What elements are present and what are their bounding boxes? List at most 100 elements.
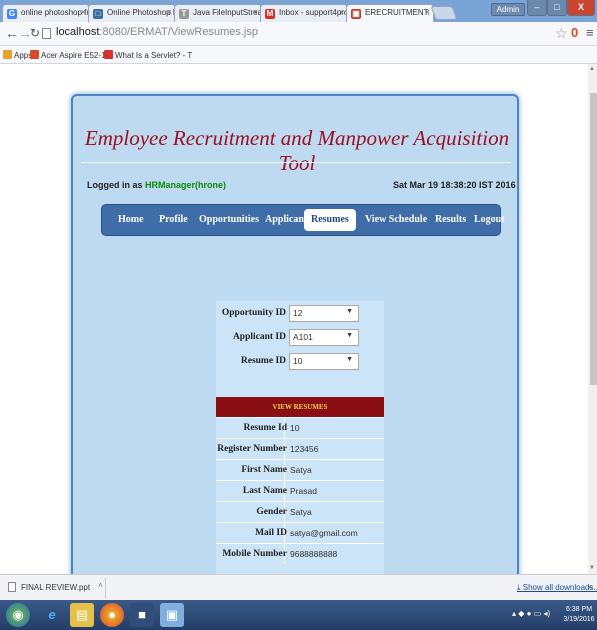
opportunity-id-value: 12 [293, 308, 303, 318]
minimize-button[interactable]: – [527, 0, 547, 16]
address-bar-row: ← → ↻ localhost:8080/ERMAT/ViewResumes.j… [0, 22, 597, 46]
table-row: First Name Satya [216, 459, 384, 480]
bookmark-acer[interactable]: Acer Aspire E52-111 [30, 50, 113, 60]
app-container: Employee Recruitment and Manpower Acquis… [71, 94, 519, 574]
tab-title: online photoshop free - [21, 8, 89, 17]
row-label: Mobile Number [222, 549, 287, 559]
table-row: Gender Satya [216, 501, 384, 522]
close-tab-icon[interactable]: × [425, 7, 430, 17]
dropdown-arrow-icon: ▼ [346, 332, 353, 339]
nav-view-schedule[interactable]: View Schedule [365, 214, 427, 225]
site-favicon-icon [104, 50, 113, 59]
scroll-up-arrow-icon[interactable]: ▲ [589, 66, 595, 72]
resume-id-row: Resume ID 10 ▼ [216, 352, 384, 372]
tab-title: Inbox - support4project [279, 8, 348, 17]
scrollbar-thumb[interactable] [590, 93, 597, 385]
resume-id-value: 10 [293, 356, 303, 366]
view-resumes-header: VIEW RESUMES [216, 397, 384, 417]
download-file-name: FINAL REVIEW.ppt [21, 583, 91, 592]
paint-icon[interactable]: ▣ [160, 603, 184, 627]
file-explorer-icon[interactable]: ▤ [70, 603, 94, 627]
close-downloads-icon[interactable]: × [587, 582, 592, 592]
downloads-bar: FINAL REVIEW.ppt ˄ ⤓ Show all downloads.… [0, 574, 597, 600]
bookmark-label: Acer Aspire E52-111 [41, 51, 114, 60]
row-value: 123456 [290, 444, 319, 454]
main-nav: Home Profile Opportunities Applicants Re… [101, 204, 505, 236]
table-row: Mobile Number 9688888888 [216, 543, 384, 564]
opportunity-id-row: Opportunity ID 12 ▼ [216, 304, 384, 324]
taskbar: ◉ e ▤ ● ■ ▣ ▴ ◆ ● ▭ ◂) 6:38 PM 3/19/2016 [0, 600, 597, 630]
row-value: Satya [290, 465, 312, 475]
tab-title: Java FileInputStream and [193, 8, 261, 17]
file-icon [8, 582, 16, 592]
app-title: Employee Recruitment and Manpower Acquis… [84, 126, 510, 175]
nav-resumes[interactable]: Resumes [304, 209, 356, 231]
url-path: :8080/ERMAT/ViewResumes.jsp [99, 26, 258, 38]
taskbar-clock[interactable]: 6:38 PM 3/19/2016 [562, 605, 596, 625]
app-favicon-icon: ▣ [351, 9, 361, 19]
bookmark-label: What Is a Servlet? - T [115, 51, 193, 60]
nav-home[interactable]: Home [118, 214, 144, 225]
nav-profile[interactable]: Profile [159, 214, 188, 225]
dropdown-arrow-icon: ▼ [346, 308, 353, 315]
applicant-id-label: Applicant ID [232, 332, 286, 342]
restore-button[interactable]: □ [547, 0, 567, 16]
applicant-id-value: A101 [293, 332, 313, 342]
reload-icon[interactable]: ↻ [30, 26, 40, 40]
chevron-up-icon[interactable]: ˄ [98, 581, 103, 590]
current-datetime: Sat Mar 19 18:38:20 IST 2016 [393, 180, 516, 190]
logged-in-user: HRManager(hrone) [145, 180, 227, 190]
chrome-icon[interactable]: ● [100, 603, 124, 627]
tab-title: ERECRUITMENT: [365, 8, 430, 17]
scroll-down-arrow-icon[interactable]: ▼ [589, 565, 595, 571]
browser-tab-strip: G online photoshop free - × □ Online Pho… [0, 0, 597, 22]
extension-icon[interactable]: 0 [571, 25, 578, 40]
gmail-icon: M [265, 9, 275, 19]
bookmark-apps[interactable]: Apps [3, 50, 32, 60]
logged-in-prefix: Logged in as [87, 180, 146, 190]
photoshop-icon: □ [93, 9, 103, 19]
tab-title: Online Photoshop Free - [107, 8, 175, 17]
nav-results[interactable]: Results [435, 214, 466, 225]
nav-opportunities[interactable]: Opportunities [199, 214, 259, 225]
applicant-id-select[interactable]: A101 ▼ [289, 329, 359, 346]
row-value: 10 [290, 423, 300, 433]
user-profile-button[interactable]: Admin [491, 3, 525, 16]
bookmark-star-icon[interactable]: ☆ [555, 25, 568, 42]
new-tab-button[interactable] [430, 6, 458, 20]
url-field[interactable]: localhost:8080/ERMAT/ViewResumes.jsp [56, 26, 258, 38]
close-tab-icon[interactable]: × [339, 7, 344, 17]
bookmarks-bar: Apps Acer Aspire E52-111 What Is a Servl… [0, 46, 597, 64]
media-player-icon[interactable]: ■ [130, 603, 154, 627]
resume-id-select[interactable]: 10 ▼ [289, 353, 359, 370]
row-label: Last Name [242, 486, 287, 496]
row-value: 9688888888 [290, 549, 338, 559]
row-label: Gender [256, 507, 287, 517]
browser-tab-3[interactable]: T Java FileInputStream and × [174, 4, 262, 22]
start-button-icon[interactable]: ◉ [6, 603, 30, 627]
back-arrow-icon[interactable]: ← [5, 25, 19, 41]
resume-id-label: Resume ID [240, 356, 286, 366]
browser-tab-2[interactable]: □ Online Photoshop Free - × [88, 4, 176, 22]
close-tab-icon[interactable]: × [253, 7, 258, 17]
close-tab-icon[interactable]: × [81, 7, 86, 17]
close-tab-icon[interactable]: × [167, 7, 172, 17]
row-value: satya@gmail.com [290, 528, 358, 538]
row-label: Register Number [217, 444, 287, 454]
system-tray-icons[interactable]: ▴ ◆ ● ▭ ◂) [512, 609, 550, 618]
browser-tab-5[interactable]: ▣ ERECRUITMENT: × [346, 4, 434, 22]
opportunity-id-select[interactable]: 12 ▼ [289, 305, 359, 322]
browser-tab-1[interactable]: G online photoshop free - × [2, 4, 90, 22]
row-value: Satya [290, 507, 312, 517]
close-window-button[interactable]: X [567, 0, 595, 16]
show-all-label: Show all downloads... [522, 583, 597, 592]
google-icon: G [7, 9, 17, 19]
bookmark-servlet[interactable]: What Is a Servlet? - T [104, 50, 192, 60]
show-all-downloads-link[interactable]: ⤓ Show all downloads... [517, 583, 597, 593]
nav-logout[interactable]: Logout [474, 214, 505, 225]
browser-tab-4[interactable]: M Inbox - support4project × [260, 4, 348, 22]
download-item[interactable]: FINAL REVIEW.ppt ˄ [6, 578, 106, 598]
browser-menu-icon[interactable]: ≡ [586, 25, 594, 40]
internet-explorer-icon[interactable]: e [40, 603, 64, 627]
page-document-icon [42, 28, 51, 39]
